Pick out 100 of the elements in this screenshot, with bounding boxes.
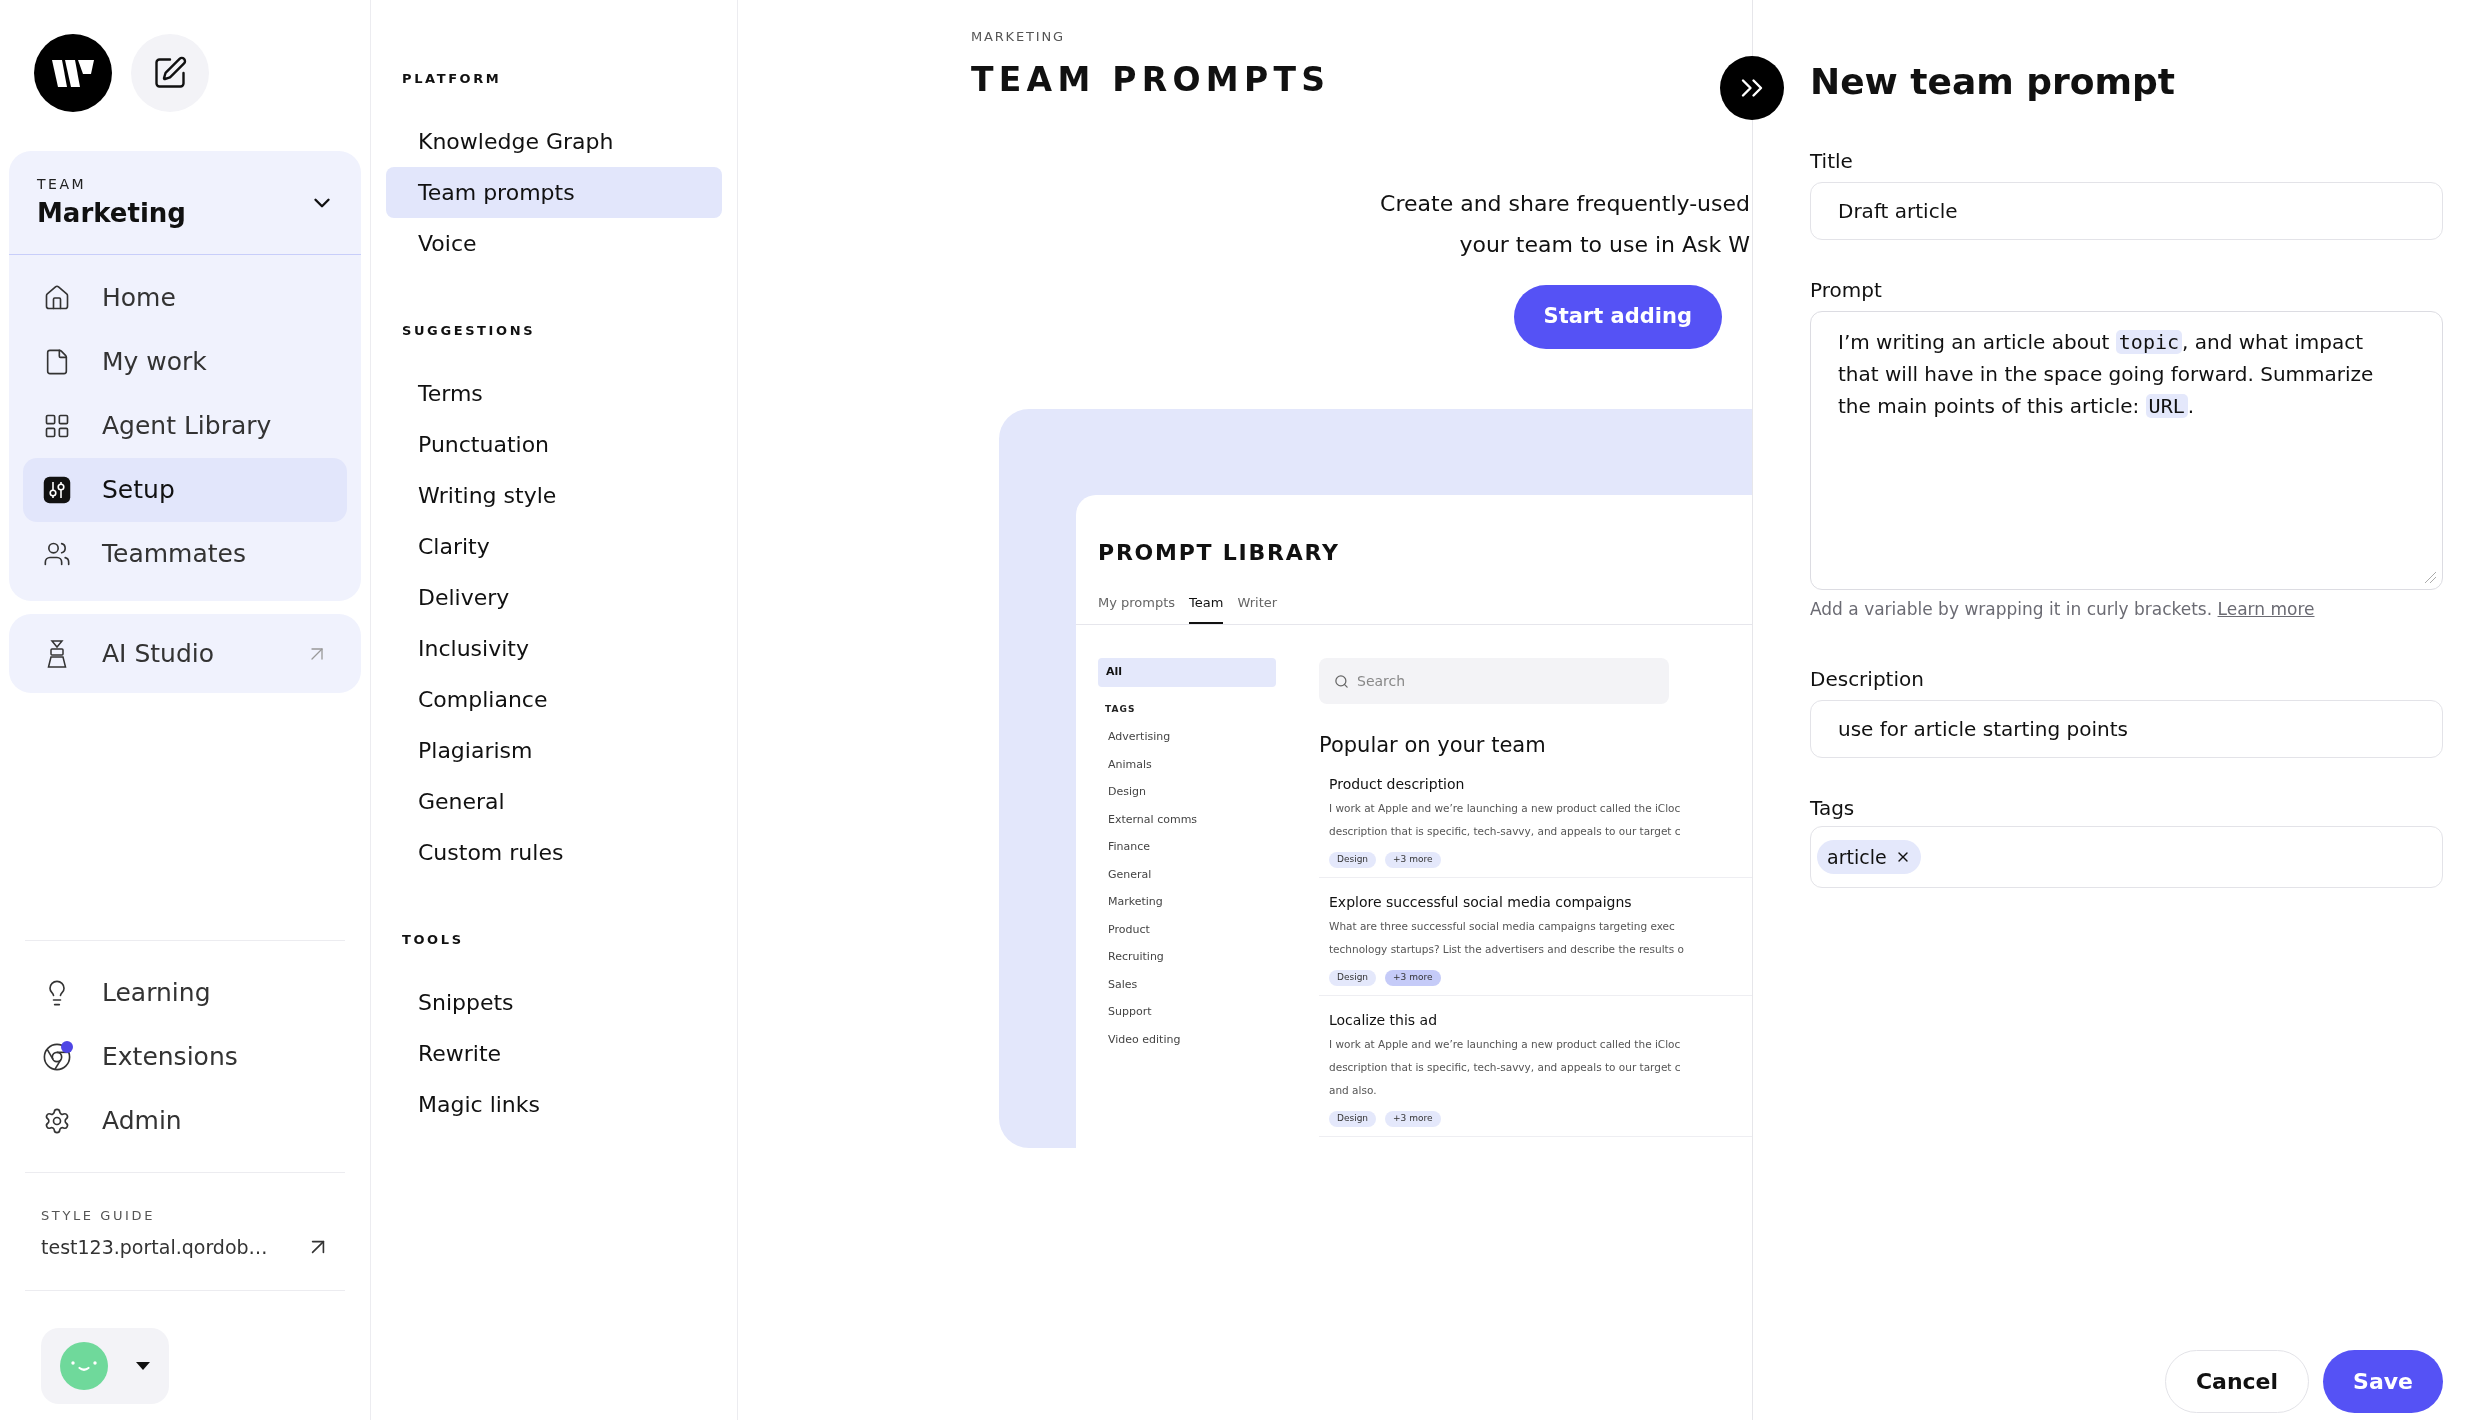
tag-label: article: [1827, 844, 1887, 870]
filter-item[interactable]: External comms: [1098, 805, 1276, 833]
prompt-excerpt: and also.: [1329, 1083, 1377, 1098]
style-guide-label: STYLE GUIDE: [41, 1207, 155, 1225]
home-icon: [43, 284, 71, 312]
sliders-icon: [43, 476, 71, 504]
filter-item[interactable]: Video editing: [1098, 1025, 1276, 1053]
intro-text: Create and share frequently-used: [1380, 190, 1750, 218]
settings-menu-item[interactable]: Team prompts: [386, 167, 722, 218]
filter-item[interactable]: Finance: [1098, 833, 1276, 861]
team-switcher[interactable]: TEAM Marketing: [9, 151, 361, 255]
prompt-excerpt: I work at Apple and we’re launching a new product called the iCloc: [1329, 1037, 1681, 1052]
field-label: Tags: [1810, 796, 1855, 820]
nav-item[interactable]: Teammates: [23, 522, 347, 586]
settings-menu-item[interactable]: Knowledge Graph: [386, 116, 722, 167]
menu-section-title: PLATFORM: [402, 70, 502, 88]
title-input[interactable]: Draft article: [1810, 182, 2443, 240]
prompt-excerpt: description that is specific, tech-savvy, and appeals to our target c: [1329, 1060, 1681, 1075]
filter-item[interactable]: Advertising: [1098, 723, 1276, 751]
settings-menu-item[interactable]: General: [386, 776, 722, 827]
prompt-title: Product description: [1329, 775, 1465, 794]
filter-item[interactable]: Recruiting: [1098, 943, 1276, 971]
cancel-button[interactable]: Cancel: [2164, 1350, 2310, 1413]
caret-icon: [136, 1362, 150, 1370]
settings-menu-item[interactable]: Compliance: [386, 674, 722, 725]
variable-hint: Add a variable by wrapping it in curly brackets. Learn more: [1810, 598, 2315, 621]
people-icon: [43, 540, 71, 568]
settings-menu-item[interactable]: Custom rules: [386, 827, 722, 878]
start-adding-button[interactable]: Start adding: [1513, 285, 1722, 349]
settings-menu-item[interactable]: Clarity: [386, 521, 722, 572]
intro-text: your team to use in Ask W: [1459, 231, 1750, 259]
filter-item[interactable]: Marketing: [1098, 888, 1276, 916]
aperture-icon: [43, 1043, 71, 1071]
menu-section-title: SUGGESTIONS: [402, 322, 536, 340]
prompt-tag: Design: [1329, 1111, 1377, 1127]
settings-menu-item[interactable]: Plagiarism: [386, 725, 722, 776]
page-eyebrow: MARKETING: [971, 28, 1065, 46]
search-icon: [1334, 673, 1349, 689]
prompt-excerpt: technology startups? List the advertisers and describe the results o: [1329, 942, 1684, 957]
settings-menu-item[interactable]: Magic links: [386, 1079, 722, 1130]
learn-more-link[interactable]: Learn more: [2217, 599, 2315, 619]
filter-item[interactable]: General: [1098, 860, 1276, 888]
prompt-excerpt: description that is specific, tech-savvy, and appeals to our target c: [1329, 824, 1681, 839]
prompt-tag: +3 more: [1385, 1111, 1441, 1127]
section-heading: Popular on your team: [1319, 732, 1546, 759]
ai-studio-link[interactable]: AI Studio: [9, 614, 361, 693]
resize-handle-icon: [2424, 571, 2436, 583]
stacked-shapes-icon: [45, 639, 69, 668]
tags-input[interactable]: article: [1810, 826, 2443, 888]
page-title: TEAM PROMPTS: [971, 60, 1331, 100]
settings-menu-item[interactable]: Delivery: [386, 572, 722, 623]
nav-item[interactable]: Setup: [23, 458, 347, 522]
settings-menu-item[interactable]: Rewrite: [386, 1028, 722, 1079]
nav-item[interactable]: Home: [23, 266, 347, 330]
nav-item[interactable]: Agent Library: [23, 394, 347, 458]
settings-icon: [43, 1107, 71, 1135]
edit-icon: [152, 55, 188, 91]
prompt-textarea[interactable]: I’m writing an article about topic, and what impact that will have in the space going forward. Summarize the main points of this article: URL.: [1810, 311, 2443, 590]
save-button[interactable]: Save: [2323, 1350, 2443, 1413]
prompt-tag: Design: [1329, 970, 1377, 986]
preview-title: PROMPT LIBRARY: [1098, 539, 1340, 567]
field-label: Title: [1810, 149, 1853, 173]
filter-item[interactable]: Design: [1098, 778, 1276, 806]
field-label: Prompt: [1810, 278, 1882, 302]
settings-menu-item[interactable]: Inclusivity: [386, 623, 722, 674]
team-label: TEAM: [37, 174, 87, 193]
settings-menu-item[interactable]: Punctuation: [386, 419, 722, 470]
settings-menu-item[interactable]: Voice: [386, 218, 722, 269]
nav-item[interactable]: Learning: [9, 961, 361, 1025]
panel-title: New team prompt: [1810, 62, 2176, 102]
prompt-excerpt: What are three successful social media campaigns targeting exec: [1329, 919, 1675, 934]
filter-item[interactable]: Sales: [1098, 970, 1276, 998]
prompt-title: Explore successful social media compaigns: [1329, 893, 1632, 912]
filter-item[interactable]: All: [1098, 658, 1276, 687]
prompt-tag: +3 more: [1385, 970, 1441, 986]
smiley-avatar-icon: [60, 1342, 108, 1390]
style-guide-link[interactable]: test123.portal.qordob…: [41, 1232, 268, 1262]
settings-menu-item[interactable]: Snippets: [386, 977, 722, 1028]
logo-icon[interactable]: [34, 34, 112, 112]
description-input[interactable]: use for article starting points: [1810, 700, 2443, 758]
preview-tab[interactable]: Team: [1189, 593, 1224, 624]
preview-tab[interactable]: Writer: [1237, 593, 1278, 624]
menu-section-title: TOOLS: [402, 931, 464, 949]
grid-icon: [43, 412, 71, 440]
nav-item[interactable]: My work: [23, 330, 347, 394]
field-label: Description: [1810, 667, 1924, 691]
tags-heading: TAGS: [1105, 703, 1136, 716]
prompt-text: I’m writing an article about topic, and what impact that will have in the space going forward. Summarize the main points of this article: URL.: [1838, 329, 2375, 420]
prompt-title: Localize this ad: [1329, 1011, 1438, 1030]
settings-menu-item[interactable]: Terms: [386, 368, 722, 419]
settings-menu-item[interactable]: Writing style: [386, 470, 722, 521]
preview-tab[interactable]: My prompts: [1098, 593, 1176, 624]
prompt-tag: Design: [1329, 852, 1377, 868]
filter-item[interactable]: Support: [1098, 998, 1276, 1026]
prompt-tag: +3 more: [1385, 852, 1441, 868]
nav-item[interactable]: Admin: [9, 1089, 361, 1153]
filter-item[interactable]: Product: [1098, 915, 1276, 943]
team-name: Marketing: [37, 196, 186, 230]
filter-item[interactable]: Animals: [1098, 750, 1276, 778]
nav-item[interactable]: Extensions: [9, 1025, 361, 1089]
